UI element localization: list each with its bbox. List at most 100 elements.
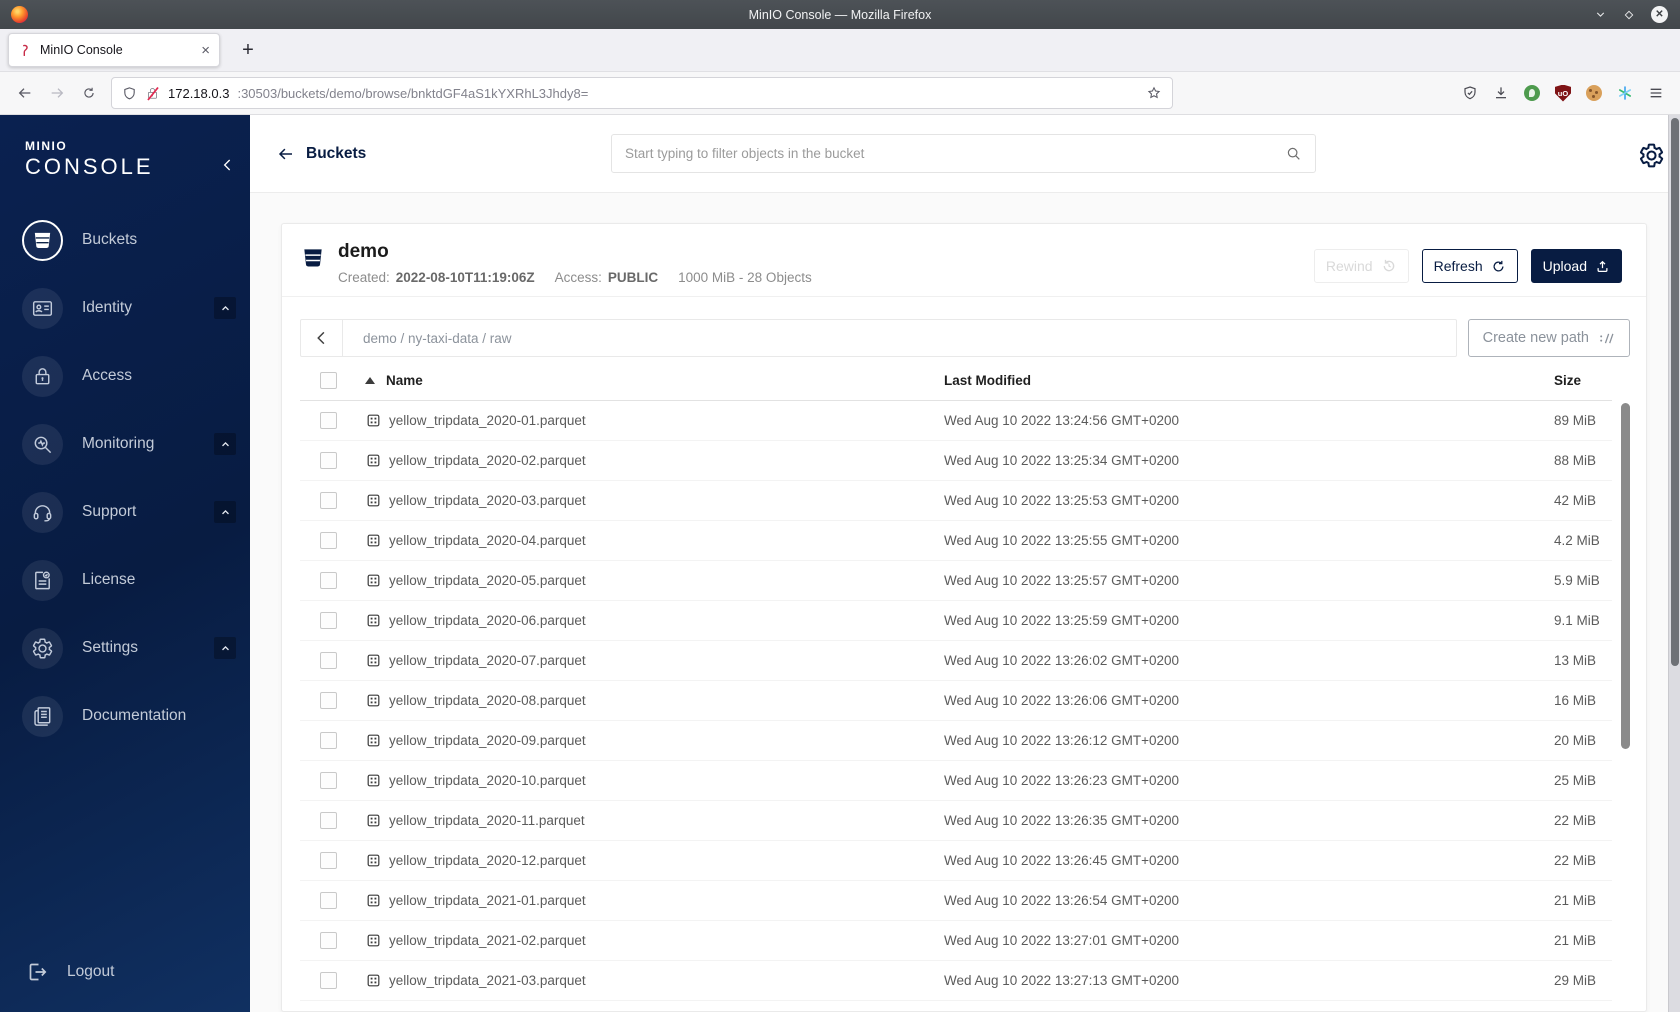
extension-green-icon[interactable]: [1524, 85, 1540, 101]
row-checkbox[interactable]: [320, 452, 337, 469]
object-name: yellow_tripdata_2020-12.parquet: [389, 853, 586, 868]
object-row[interactable]: yellow_tripdata_2020-07.parquet Wed Aug …: [300, 641, 1612, 681]
object-row[interactable]: yellow_tripdata_2020-04.parquet Wed Aug …: [300, 521, 1612, 561]
row-checkbox[interactable]: [320, 972, 337, 989]
column-last-modified[interactable]: Last Modified: [944, 373, 1554, 388]
object-file-icon: [365, 412, 382, 429]
object-name: yellow_tripdata_2021-01.parquet: [389, 893, 586, 908]
object-row[interactable]: yellow_tripdata_2020-03.parquet Wed Aug …: [300, 481, 1612, 521]
object-row[interactable]: yellow_tripdata_2020-06.parquet Wed Aug …: [300, 601, 1612, 641]
row-checkbox[interactable]: [320, 532, 337, 549]
object-size: 5.9 MiB: [1554, 573, 1600, 588]
cookie-extension-icon[interactable]: [1586, 85, 1602, 101]
sidebar: MINIO CONSOLE Buckets Identity Access Mo…: [0, 115, 250, 1012]
sidebar-item-identity[interactable]: Identity: [0, 274, 250, 342]
bucket-card: demo Created: 2022-08-10T11:19:06Z Acces…: [281, 223, 1647, 1012]
object-name: yellow_tripdata_2021-03.parquet: [389, 973, 586, 988]
row-checkbox[interactable]: [320, 572, 337, 589]
row-checkbox[interactable]: [320, 892, 337, 909]
object-row[interactable]: yellow_tripdata_2021-02.parquet Wed Aug …: [300, 921, 1612, 961]
object-name: yellow_tripdata_2020-06.parquet: [389, 613, 586, 628]
hamburger-menu-icon[interactable]: [1648, 85, 1664, 101]
sidebar-item-access[interactable]: Access: [0, 342, 250, 410]
settings-gear-icon[interactable]: [1638, 142, 1665, 169]
sidebar-item-license[interactable]: License: [0, 546, 250, 614]
column-name[interactable]: Name: [365, 373, 944, 388]
object-row[interactable]: yellow_tripdata_2020-02.parquet Wed Aug …: [300, 441, 1612, 481]
select-all-checkbox[interactable]: [320, 372, 337, 389]
bookmark-star-icon[interactable]: [1146, 85, 1162, 101]
sidebar-item-support[interactable]: Support: [0, 478, 250, 546]
tab-close-icon[interactable]: ×: [201, 43, 210, 58]
menu-icon-circle: [22, 219, 63, 261]
object-row[interactable]: yellow_tripdata_2020-11.parquet Wed Aug …: [300, 801, 1612, 841]
page-scrollbar-thumb[interactable]: [1670, 118, 1679, 666]
pocket-shield-icon[interactable]: [1462, 85, 1478, 101]
object-size: 21 MiB: [1554, 933, 1597, 948]
window-title: MinIO Console — Mozilla Firefox: [748, 7, 932, 22]
maximize-icon[interactable]: [1623, 9, 1635, 21]
row-checkbox[interactable]: [320, 772, 337, 789]
rewind-button[interactable]: Rewind: [1313, 249, 1409, 283]
object-last-modified: Wed Aug 10 2022 13:25:57 GMT+0200: [944, 573, 1180, 588]
row-checkbox[interactable]: [320, 492, 337, 509]
new-tab-button[interactable]: +: [235, 39, 261, 62]
close-window-icon[interactable]: ✕: [1651, 6, 1668, 23]
row-checkbox[interactable]: [320, 812, 337, 829]
sidebar-item-buckets[interactable]: Buckets: [0, 206, 250, 274]
chevron-up-icon[interactable]: [214, 297, 236, 319]
forward-icon[interactable]: [41, 85, 73, 101]
minimize-icon[interactable]: [1594, 8, 1607, 21]
sidebar-item-documentation[interactable]: Documentation: [0, 682, 250, 750]
url-bar[interactable]: 172.18.0.3 :30503/buckets/demo/browse/bn…: [111, 77, 1173, 109]
filter-objects-input[interactable]: [625, 146, 1275, 161]
object-row[interactable]: yellow_tripdata_2020-08.parquet Wed Aug …: [300, 681, 1612, 721]
object-row[interactable]: yellow_tripdata_2020-12.parquet Wed Aug …: [300, 841, 1612, 881]
sidebar-item-settings[interactable]: Settings: [0, 614, 250, 682]
row-checkbox[interactable]: [320, 732, 337, 749]
object-last-modified: Wed Aug 10 2022 13:26:06 GMT+0200: [944, 693, 1180, 708]
object-name: yellow_tripdata_2020-04.parquet: [389, 533, 586, 548]
refresh-button[interactable]: Refresh: [1421, 249, 1518, 283]
object-row[interactable]: yellow_tripdata_2020-09.parquet Wed Aug …: [300, 721, 1612, 761]
sidebar-item-logout[interactable]: Logout: [25, 960, 114, 984]
chevron-up-icon[interactable]: [214, 501, 236, 523]
path-back-icon[interactable]: [301, 320, 343, 356]
row-checkbox[interactable]: [320, 652, 337, 669]
sidebar-collapse-icon[interactable]: [220, 157, 236, 173]
object-row[interactable]: yellow_tripdata_2020-10.parquet Wed Aug …: [300, 761, 1612, 801]
column-size[interactable]: Size: [1554, 373, 1612, 388]
object-row[interactable]: yellow_tripdata_2021-03.parquet Wed Aug …: [300, 961, 1612, 1001]
object-browser-header: Buckets: [250, 115, 1668, 193]
back-to-buckets[interactable]: Buckets: [277, 145, 366, 163]
object-row[interactable]: yellow_tripdata_2020-05.parquet Wed Aug …: [300, 561, 1612, 601]
object-row[interactable]: yellow_tripdata_2021-01.parquet Wed Aug …: [300, 881, 1612, 921]
objects-table: Name Last Modified Size yellow_tripdata_…: [300, 361, 1612, 1001]
sidebar-item-monitoring[interactable]: Monitoring: [0, 410, 250, 478]
row-checkbox[interactable]: [320, 932, 337, 949]
downloads-icon[interactable]: [1493, 85, 1509, 101]
upload-button[interactable]: Upload: [1530, 249, 1622, 283]
chevron-up-icon[interactable]: [214, 637, 236, 659]
insecure-lock-icon[interactable]: [145, 86, 160, 101]
chevron-up-icon[interactable]: [214, 433, 236, 455]
object-size: 25 MiB: [1554, 773, 1597, 788]
page: MINIO CONSOLE Buckets Identity Access Mo…: [0, 115, 1680, 1012]
back-icon[interactable]: [9, 85, 41, 101]
upload-icon: [1595, 259, 1610, 274]
extension-asterisk-icon[interactable]: [1617, 85, 1633, 101]
ublock-origin-icon[interactable]: uO: [1555, 84, 1571, 102]
create-new-path-button[interactable]: Create new path: [1467, 319, 1630, 357]
object-file-icon: [365, 572, 382, 589]
row-checkbox[interactable]: [320, 612, 337, 629]
table-scrollbar-thumb[interactable]: [1621, 403, 1630, 749]
row-checkbox[interactable]: [320, 412, 337, 429]
row-checkbox[interactable]: [320, 692, 337, 709]
object-last-modified: Wed Aug 10 2022 13:27:01 GMT+0200: [944, 933, 1180, 948]
browser-tab[interactable]: MinIO Console ×: [8, 33, 220, 67]
row-checkbox[interactable]: [320, 852, 337, 869]
tracking-shield-icon[interactable]: [122, 86, 137, 101]
object-name: yellow_tripdata_2020-09.parquet: [389, 733, 586, 748]
reload-icon[interactable]: [73, 86, 105, 100]
object-row[interactable]: yellow_tripdata_2020-01.parquet Wed Aug …: [300, 401, 1612, 441]
